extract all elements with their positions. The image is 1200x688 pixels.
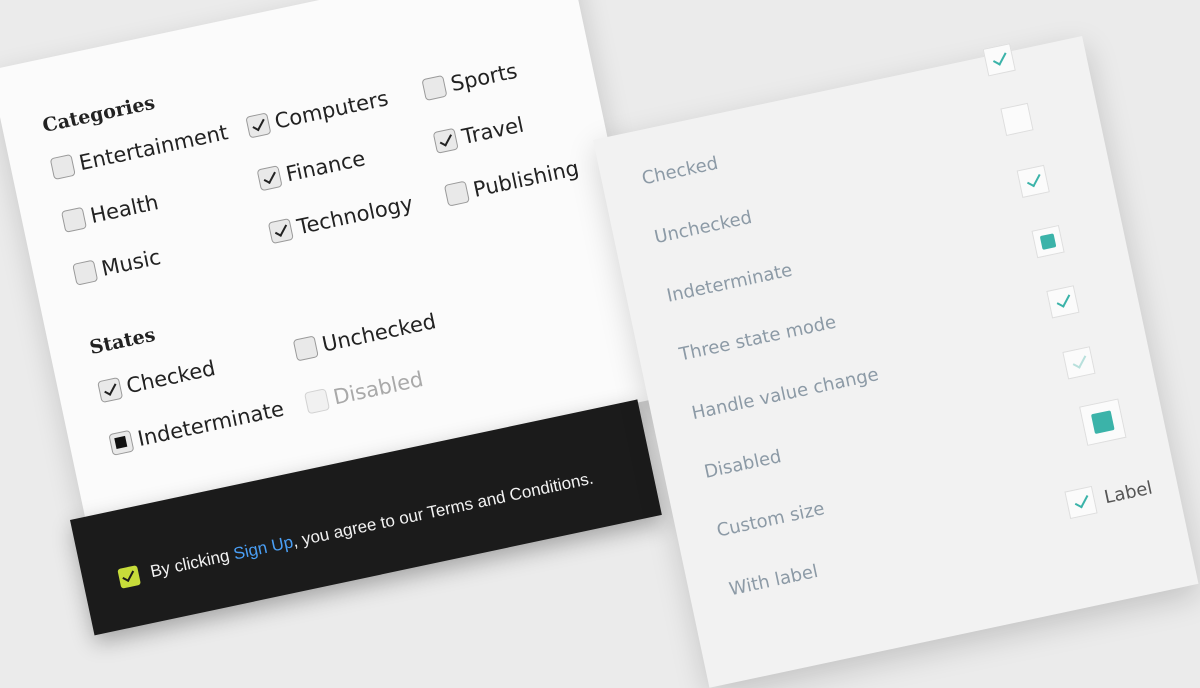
categories-heading: Categories [40, 91, 157, 138]
checkbox-computers[interactable]: Computers [245, 86, 390, 139]
checkbox-box[interactable] [421, 74, 448, 102]
demo-label-indeterminate: Indeterminate [664, 259, 795, 307]
checkbox-unchecked[interactable]: Unchecked [292, 309, 439, 362]
checkbox-label: Disabled [331, 367, 426, 410]
checkbox-label: Health [88, 190, 161, 229]
demo-label-checked: Checked [640, 152, 720, 190]
demo-checkbox-checked-2[interactable] [1016, 164, 1050, 198]
demo-label-unchecked: Unchecked [652, 206, 754, 249]
checkbox-music[interactable]: Music [72, 245, 163, 287]
checkbox-box[interactable] [49, 153, 76, 181]
checkbox-label: Finance [283, 146, 368, 187]
demo-checkbox-labeled[interactable] [1064, 485, 1098, 520]
demo-label-disabled: Disabled [702, 446, 784, 483]
checkbox-label: Technology [294, 191, 416, 240]
demo-checkbox-indeterminate[interactable] [1031, 225, 1065, 259]
checkbox-label: Sports [448, 58, 520, 97]
checkbox-indeterminate[interactable]: Indeterminate [108, 397, 286, 457]
demo-checkbox-custom-size[interactable] [1079, 398, 1127, 446]
demo-checkbox-with-label[interactable]: Label [1064, 474, 1155, 520]
demo-checkbox-label-text: Label [1102, 477, 1155, 508]
checkbox-label: Checked [124, 356, 218, 399]
checkbox-box[interactable] [60, 206, 88, 233]
checkbox-disabled: Disabled [303, 367, 426, 415]
checkbox-box [303, 388, 331, 415]
checkbox-checked[interactable]: Checked [97, 356, 218, 404]
checkbox-technology[interactable]: Technology [267, 191, 416, 245]
checkbox-label: Unchecked [319, 309, 439, 357]
checkbox-publishing[interactable]: Publishing [443, 156, 582, 208]
terms-text-before: By clicking [148, 544, 236, 582]
checkbox-box[interactable] [108, 429, 135, 456]
demo-label-value-change: Handle value change [689, 364, 881, 425]
checkbox-label: Music [99, 244, 163, 281]
demo-label-with-label: With label [727, 560, 820, 601]
checkbox-label: Travel [459, 112, 526, 150]
checkbox-box[interactable] [292, 335, 319, 362]
states-demo-card: Checked Unchecked Indeterminate Three st… [593, 36, 1199, 688]
checkbox-sports[interactable]: Sports [421, 59, 519, 102]
demo-label-custom-size: Custom size [714, 498, 827, 542]
terms-checkbox[interactable] [117, 565, 141, 589]
demo-checkbox-disabled [1062, 346, 1096, 380]
checkbox-travel[interactable]: Travel [432, 112, 526, 155]
checkbox-label: Indeterminate [135, 396, 287, 452]
checkbox-label: Computers [272, 86, 391, 134]
checkbox-box[interactable] [267, 218, 294, 245]
demo-label-three-state: Three state mode [677, 311, 838, 366]
states-heading: States [87, 323, 158, 360]
checkbox-box[interactable] [72, 259, 99, 286]
demo-checkbox-checked[interactable] [982, 43, 1016, 77]
demo-checkbox-unchecked[interactable] [1000, 102, 1034, 137]
checkbox-box[interactable] [97, 376, 124, 404]
checkbox-label: Entertainment [76, 120, 231, 176]
checkbox-box[interactable] [443, 180, 470, 207]
checkbox-box[interactable] [256, 165, 283, 192]
checkbox-box[interactable] [245, 112, 272, 139]
demo-checkbox-three-state[interactable] [1046, 285, 1080, 319]
terms-text-after: , you agree to our Terms and Conditions. [290, 468, 595, 551]
checkbox-health[interactable]: Health [60, 190, 161, 234]
checkbox-label: Publishing [471, 156, 582, 202]
sign-up-link[interactable]: Sign Up [232, 532, 295, 563]
checkbox-box[interactable] [432, 127, 459, 154]
checkbox-finance[interactable]: Finance [256, 146, 367, 192]
